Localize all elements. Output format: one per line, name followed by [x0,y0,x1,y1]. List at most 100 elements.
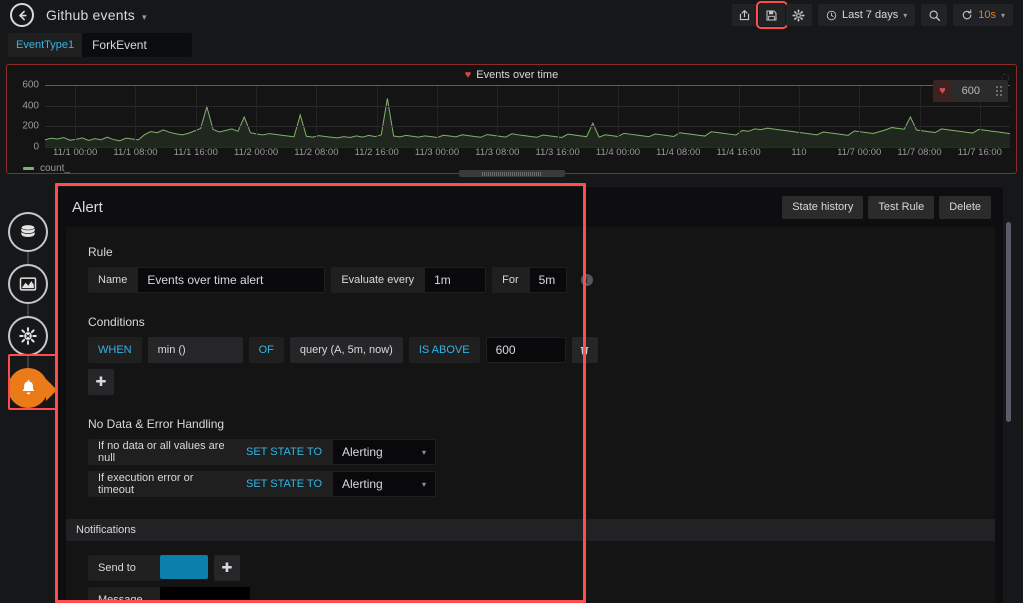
gridline-vertical [859,85,860,147]
x-axis-tick: 11/2 00:00 [234,147,278,158]
sidebar-item-general[interactable] [8,316,48,356]
condition-delete-button[interactable] [572,337,598,363]
x-axis-tick: 11/2 16:00 [355,147,399,158]
state-history-button[interactable]: State history [782,196,863,219]
gridline-vertical [196,85,197,147]
x-axis-tick: 11/4 08:00 [656,147,700,158]
x-axis-tick: 11/1 08:00 [113,147,157,158]
panel-header: ♥ Events over time [7,65,1016,85]
gridline-vertical [437,85,438,147]
drag-grip-icon[interactable] [990,80,1008,102]
condition-when-label[interactable]: WHEN [88,337,142,363]
for-group: For 5m [492,267,567,293]
rule-row: Name Events over time alert Evaluate eve… [88,267,995,293]
threshold-handle[interactable]: ♥ 600 [933,80,1008,102]
evaluate-every-label: Evaluate every [331,267,424,293]
execerror-label: If execution error or timeout [88,471,236,497]
time-range-picker[interactable]: Last 7 days ▾ [818,4,915,26]
send-to-group: Send to [88,555,208,581]
x-axis-tick: 11/7 08:00 [897,147,941,158]
execerror-state-select[interactable]: Alerting ▾ [332,471,436,497]
gridline-vertical [135,85,136,147]
nodata-row: If no data or all values are null SET ST… [88,439,995,465]
threshold-value[interactable]: 600 [952,80,990,102]
dashboard-settings-button[interactable] [786,4,812,26]
chevron-down-icon[interactable]: ▾ [142,12,147,23]
sidebar-item-alert[interactable] [8,368,48,408]
evaluate-every-group: Evaluate every 1m [331,267,486,293]
threshold-line [45,85,1010,86]
for-label: For [492,267,529,293]
panel-title-wrap[interactable]: ♥ Events over time [465,69,558,81]
database-icon [18,222,38,242]
zoom-out-button[interactable] [921,4,947,26]
back-button[interactable] [10,3,34,27]
condition-reducer-select[interactable]: min () [148,337,243,363]
delete-rule-button[interactable]: Delete [939,196,991,219]
nodata-label: If no data or all values are null [88,439,236,465]
send-to-row: Send to ✚ [88,555,995,581]
condition-row: WHEN min () OF query (A, 5m, now) IS ABO… [88,337,995,363]
alert-editor-header: Alert State history Test Rule Delete [58,187,1003,227]
gridline-vertical [558,85,559,147]
navbar-actions: Last 7 days ▾ 10s ▾ [732,4,1023,26]
save-icon [765,9,778,22]
variable-value[interactable]: ForkEvent [82,33,192,57]
share-button[interactable] [732,4,758,26]
panel-editor-rail [8,212,48,420]
notifications-body: Send to ✚ Message [66,541,995,603]
gridline-vertical [256,85,257,147]
variable-label: EventType1 [8,33,82,57]
send-to-label: Send to [88,555,160,581]
chevron-down-icon: ▾ [422,448,426,457]
nodata-state-select[interactable]: Alerting ▾ [332,439,436,465]
rule-name-input[interactable]: Events over time alert [137,267,325,293]
heart-icon: ♥ [933,80,952,102]
info-icon[interactable]: i [581,274,593,286]
condition-query-select[interactable]: query (A, 5m, now) [290,337,403,363]
variable-eventtype1[interactable]: EventType1 ForkEvent [8,33,192,57]
page-title[interactable]: Github events [46,7,135,23]
nodata-state-value: Alerting [342,445,383,459]
editor-scrollbar-thumb[interactable] [1006,222,1011,422]
chevron-down-icon: ▾ [422,480,426,489]
condition-evaluator-label[interactable]: IS ABOVE [409,337,480,363]
grafana-dashboard-page: Github events ▾ [0,0,1023,603]
sidebar-item-queries[interactable] [8,212,48,252]
editor-scrollbar-track[interactable] [1006,222,1011,512]
gridline-vertical [497,85,498,147]
condition-of-label: OF [249,337,284,363]
test-rule-button[interactable]: Test Rule [868,196,934,219]
condition-threshold-input[interactable]: 600 [486,337,566,363]
navbar-icon-group [732,4,812,26]
search-icon [928,9,941,22]
rail-connector [27,232,29,380]
x-axis-tick: 11/7 16:00 [958,147,1002,158]
rule-section-title: Rule [88,245,995,259]
save-button[interactable] [759,4,785,26]
add-notification-button[interactable]: ✚ [214,555,240,581]
panel-resize-handle[interactable] [459,170,565,177]
x-axis-tick: 11/3 16:00 [536,147,580,158]
graph-icon [18,274,38,294]
alert-editor-actions: State history Test Rule Delete [782,196,991,219]
y-axis-tick: 200 [22,121,39,132]
gridline-horizontal [45,126,1010,127]
refresh-picker[interactable]: 10s ▾ [953,4,1013,26]
x-axis-tick: 110 [791,147,806,158]
arrow-left-icon [16,9,29,22]
panel-legend[interactable]: count_ [23,163,70,174]
evaluate-every-input[interactable]: 1m [424,267,486,293]
gridline-vertical [920,85,921,147]
gridline-vertical [799,85,800,147]
sidebar-item-visualization[interactable] [8,264,48,304]
share-icon [738,9,751,22]
plot-area[interactable] [45,85,1010,147]
add-condition-button[interactable]: ✚ [88,369,114,395]
send-to-chip[interactable] [160,555,208,579]
message-input[interactable] [160,587,250,603]
time-range-label: Last 7 days [842,9,898,21]
for-input[interactable]: 5m [529,267,567,293]
legend-label: count_ [40,163,70,174]
x-axis-tick: 11/7 00:00 [837,147,881,158]
